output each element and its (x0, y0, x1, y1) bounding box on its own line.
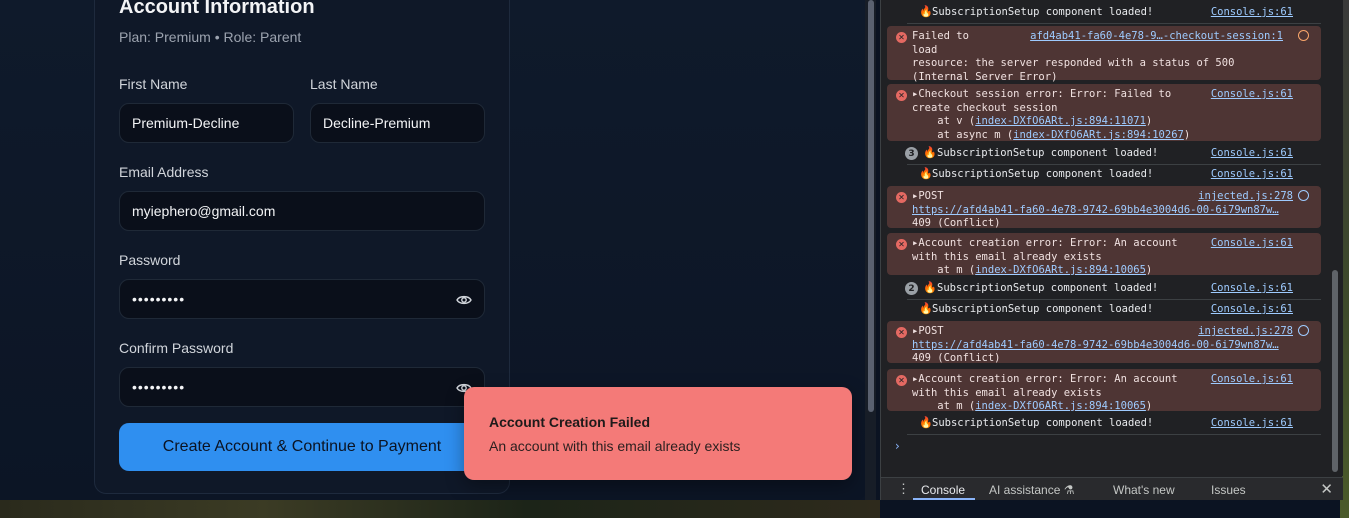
tab-console[interactable]: Console (921, 483, 965, 497)
log-source-link[interactable]: Console.js:61 (1211, 88, 1293, 100)
log-text: SubscriptionSetup component loaded! (932, 303, 1154, 315)
fire-icon: 🔥 (919, 302, 933, 315)
log-row: 3 🔥 SubscriptionSetup component loaded! … (887, 146, 1321, 161)
tab-issues[interactable]: Issues (1211, 483, 1246, 497)
log-source-link[interactable]: Console.js:61 (1211, 237, 1293, 249)
log-row: 🔥 SubscriptionSetup component loaded! Co… (887, 167, 1321, 182)
log-source-link[interactable]: Console.js:61 (1211, 417, 1293, 429)
log-text: SubscriptionSetup component loaded! (937, 147, 1159, 159)
log-text: SubscriptionSetup component loaded! (932, 417, 1154, 429)
log-text: SubscriptionSetup component loaded! (937, 282, 1159, 294)
tab-ai-assistance[interactable]: AI assistance ⚗ (989, 483, 1074, 497)
repeat-count-badge: 3 (905, 147, 918, 160)
error-toast: Account Creation Failed An account with … (464, 387, 852, 480)
toast-title: Account Creation Failed (489, 414, 651, 430)
log-source-link[interactable]: Console.js:61 (1211, 6, 1293, 18)
error-icon: ✕ (896, 375, 907, 386)
fire-icon: 🔥 (923, 281, 937, 294)
log-source-link[interactable]: injected.js:278 (1198, 325, 1293, 337)
kebab-menu-icon[interactable]: ⋮ (897, 481, 910, 497)
stack-link[interactable]: index-DXfO6ARt.js:894:10065 (975, 264, 1146, 276)
stack-link[interactable]: index-DXfO6ARt.js:894:10065 (975, 400, 1146, 412)
error-icon: ✕ (896, 239, 907, 250)
confirm-password-value: ••••••••• (132, 379, 186, 395)
log-row: 2 🔥 SubscriptionSetup component loaded! … (887, 281, 1321, 296)
log-row: 🔥 SubscriptionSetup component loaded! Co… (887, 5, 1321, 20)
request-url-link[interactable]: https://afd4ab41-fa60-4e78-9742-69bb4e30… (912, 339, 1279, 351)
repeat-count-badge: 2 (905, 282, 918, 295)
error-icon: ✕ (896, 192, 907, 203)
eye-icon[interactable] (456, 293, 472, 307)
error-row: ✕ ▸POST https://afd4ab41-fa60-4e78-9742-… (887, 321, 1321, 364)
devtools-panel: 🔥 SubscriptionSetup component loaded! Co… (880, 0, 1343, 500)
log-source-link[interactable]: injected.js:278 (1198, 190, 1293, 202)
close-icon[interactable]: ✕ (1320, 480, 1333, 498)
log-text: SubscriptionSetup component loaded! (932, 168, 1154, 180)
error-text: ▸Checkout session error: Error: Failed t… (912, 88, 1191, 141)
request-url-link[interactable]: https://afd4ab41-fa60-4e78-9742-69bb4e30… (912, 204, 1279, 216)
plan-role-subtitle: Plan: Premium • Role: Parent (119, 29, 302, 45)
account-form-card (94, 0, 510, 494)
error-icon: ✕ (896, 90, 907, 101)
error-row: ✕ ▸Account creation error: Error: An acc… (887, 369, 1321, 412)
log-row: 🔥 SubscriptionSetup component loaded! Co… (887, 302, 1321, 317)
error-text: ▸Account creation error: Error: An accou… (912, 373, 1178, 412)
log-source-link[interactable]: Console.js:61 (1211, 282, 1293, 294)
password-label: Password (119, 252, 181, 268)
first-name-label: First Name (119, 76, 188, 92)
error-icon: ✕ (896, 327, 907, 338)
email-value: myiephero@gmail.com (132, 203, 276, 219)
log-source-link[interactable]: afd4ab41-fa60-4e78-9…-checkout-session:1 (1030, 30, 1283, 42)
globe-icon[interactable] (1298, 30, 1309, 41)
log-source-link[interactable]: Console.js:61 (1211, 168, 1293, 180)
log-source-link[interactable]: Console.js:61 (1211, 373, 1293, 385)
tab-whats-new[interactable]: What's new (1113, 483, 1175, 497)
fire-icon: 🔥 (923, 146, 937, 159)
first-name-field[interactable]: Premium-Decline (119, 103, 294, 143)
confirm-password-field[interactable]: ••••••••• (119, 367, 485, 407)
password-field[interactable]: ••••••••• (119, 279, 485, 319)
console-log: 🔥 SubscriptionSetup component loaded! Co… (881, 0, 1329, 476)
error-row: ✕ ▸Account creation error: Error: An acc… (887, 233, 1321, 276)
log-divider (907, 434, 1321, 435)
email-label: Email Address (119, 164, 209, 180)
desktop-background-strip (0, 500, 880, 518)
error-text: ▸Account creation error: Error: An accou… (912, 237, 1178, 276)
fire-icon: 🔥 (919, 5, 933, 18)
log-divider (907, 164, 1321, 165)
first-name-value: Premium-Decline (132, 115, 240, 131)
password-value: ••••••••• (132, 291, 186, 307)
stack-link[interactable]: index-DXfO6ARt.js:894:10267 (1013, 129, 1184, 141)
error-row: ✕ Failed to load resource: the server re… (887, 26, 1321, 83)
page-scrollbar-thumb[interactable] (868, 0, 874, 412)
fire-icon: 🔥 (919, 167, 933, 180)
error-icon: ✕ (896, 32, 907, 43)
log-source-link[interactable]: Console.js:61 (1211, 147, 1293, 159)
email-field[interactable]: myiephero@gmail.com (119, 191, 485, 231)
fire-icon: 🔥 (919, 416, 933, 429)
page-title: Account Information (119, 0, 315, 18)
log-row: 🔥 SubscriptionSetup component loaded! Co… (887, 416, 1321, 431)
log-source-link[interactable]: Console.js:61 (1211, 303, 1293, 315)
error-row: ✕ ▸POST https://afd4ab41-fa60-4e78-9742-… (887, 186, 1321, 229)
log-text: SubscriptionSetup component loaded! (932, 6, 1154, 18)
flask-icon: ⚗ (1063, 483, 1075, 497)
toast-message: An account with this email already exist… (489, 438, 741, 454)
log-divider (907, 23, 1321, 24)
create-account-button[interactable]: Create Account & Continue to Payment (119, 423, 485, 471)
stack-link[interactable]: index-DXfO6ARt.js:894:11071 (975, 115, 1146, 127)
last-name-field[interactable]: Decline-Premium (310, 103, 485, 143)
console-scrollbar-thumb[interactable] (1332, 270, 1338, 472)
confirm-password-label: Confirm Password (119, 340, 234, 356)
devtools-drawer-tabs: ⋮ Console AI assistance ⚗ What's new Iss… (881, 477, 1343, 500)
last-name-label: Last Name (310, 76, 378, 92)
active-tab-indicator (913, 498, 975, 500)
console-prompt[interactable]: › (895, 439, 900, 453)
error-row: ✕ ▸Checkout session error: Error: Failed… (887, 84, 1321, 141)
log-divider (907, 299, 1321, 300)
last-name-value: Decline-Premium (323, 115, 431, 131)
globe-icon[interactable] (1298, 190, 1309, 201)
globe-icon[interactable] (1298, 325, 1309, 336)
